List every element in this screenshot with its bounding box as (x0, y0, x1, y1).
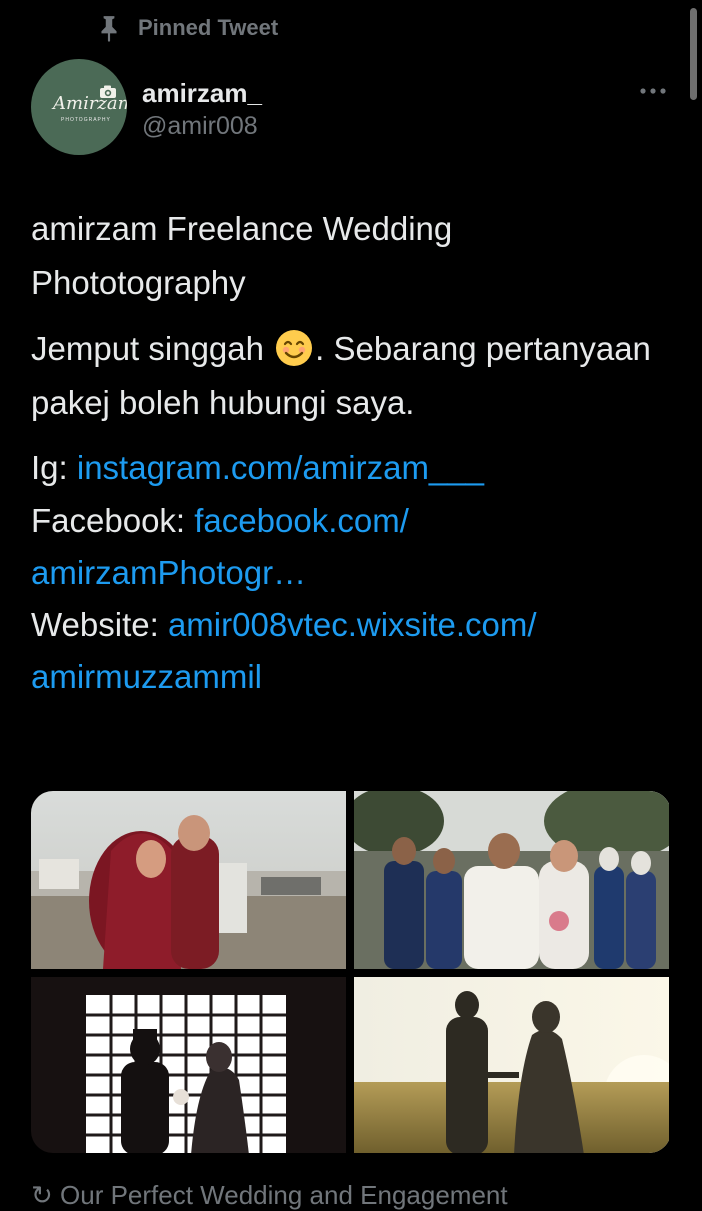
tweet-line-invite: Jemput singgah . Sebarang pertanyaan pak… (31, 322, 671, 430)
photo-wedding-group[interactable] (354, 791, 669, 969)
tweet-links: Ig: instagram.com/amirzam___ Facebook: f… (31, 442, 671, 703)
avatar[interactable]: Amirzam PHOTOGRAPHY (31, 59, 127, 155)
media-grid (31, 791, 671, 1153)
avatar-logo-subtext: PHOTOGRAPHY (61, 117, 111, 123)
photo-wedding-group-image (354, 791, 669, 969)
scrollbar-thumb[interactable] (690, 8, 697, 100)
tweet-text: amirzam Freelance Wedding Phototography … (31, 202, 671, 715)
photo-window-silhouette[interactable] (31, 977, 346, 1153)
photo-couple-red-outfit[interactable] (31, 791, 346, 969)
next-item-cutoff-text: ↻ Our Perfect Wedding and Engagement (31, 1180, 508, 1210)
tweet-line-title: amirzam Freelance Wedding Phototography (31, 210, 453, 302)
pinned-tweet-header: Pinned Tweet (96, 12, 278, 44)
author-display-name[interactable]: amirzam_ (142, 78, 262, 109)
tweet-invite-before: Jemput singgah (31, 330, 264, 368)
photo-window-silhouette-image (31, 977, 346, 1153)
smiling-face-icon (276, 330, 313, 367)
pin-icon (101, 16, 117, 42)
more-icon[interactable] (638, 84, 668, 98)
photo-field-sunset[interactable] (354, 977, 669, 1153)
camera-icon (100, 85, 116, 98)
facebook-label: Facebook: (31, 501, 195, 539)
instagram-link[interactable]: instagram.com/amirzam___ (77, 449, 484, 486)
photo-couple-red-outfit-image (31, 791, 346, 969)
photo-field-sunset-image (354, 977, 669, 1153)
author-handle[interactable]: @amir008 (142, 112, 258, 141)
pinned-label: Pinned Tweet (138, 15, 279, 40)
website-label: Website: (31, 605, 168, 643)
instagram-label: Ig: (31, 449, 77, 487)
